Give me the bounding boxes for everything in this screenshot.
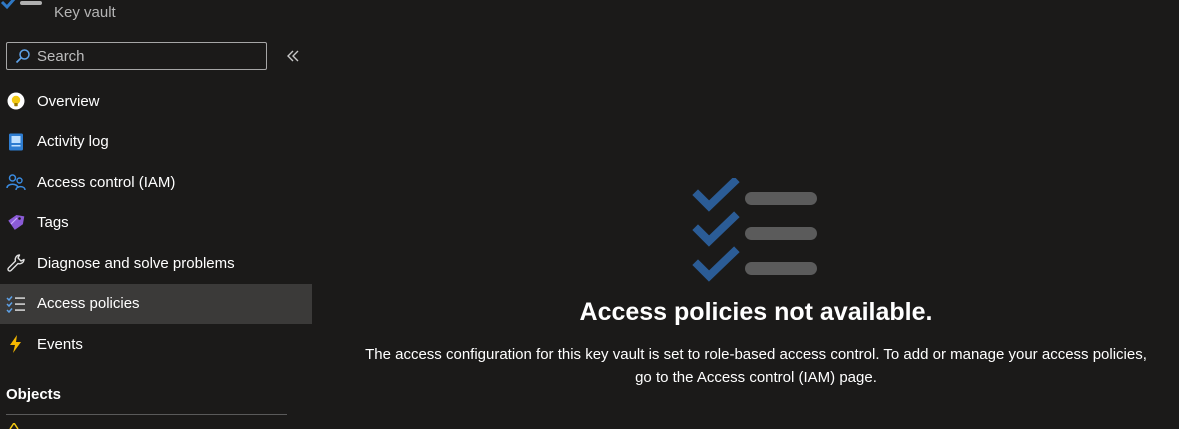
wrench-icon bbox=[7, 254, 25, 272]
section-header-objects: Objects bbox=[6, 386, 62, 403]
sidebar-item-label: Overview bbox=[37, 92, 100, 110]
search-placeholder: Search bbox=[37, 47, 85, 65]
empty-state-message-line: go to the Access control (IAM) page. bbox=[635, 369, 877, 386]
divider bbox=[6, 414, 287, 415]
empty-state-title: Access policies not available. bbox=[579, 298, 933, 326]
key-icon bbox=[9, 423, 19, 429]
empty-state-message: The access configuration for this key va… bbox=[330, 343, 1179, 389]
search-input[interactable]: Search bbox=[6, 42, 267, 70]
people-icon bbox=[6, 174, 26, 191]
sidebar-item-label: Access control (IAM) bbox=[37, 173, 176, 191]
sidebar-item-label: Events bbox=[37, 335, 83, 353]
tag-icon bbox=[8, 214, 25, 230]
sidebar-item-activity-log[interactable]: Activity log bbox=[0, 122, 312, 163]
sidebar-item-label: Tags bbox=[37, 214, 69, 232]
sidebar-item-tags[interactable]: Tags bbox=[0, 203, 312, 244]
lightning-icon bbox=[10, 335, 21, 354]
checklist-icon bbox=[6, 295, 25, 313]
sidebar-item-label: Diagnose and solve problems bbox=[37, 254, 235, 272]
sidebar-nav: Overview Activity log Access control (IA… bbox=[0, 81, 312, 365]
sidebar-item-overview[interactable]: Overview bbox=[0, 81, 312, 122]
sidebar-item-access-policies[interactable]: Access policies bbox=[0, 283, 312, 324]
sidebar-item-label: Access policies bbox=[37, 295, 140, 313]
sidebar: Search Overview Activity log Access cont… bbox=[0, 0, 312, 429]
search-icon bbox=[15, 49, 30, 64]
overview-icon bbox=[7, 92, 25, 110]
empty-state-message-line: The access configuration for this key va… bbox=[365, 346, 1147, 363]
access-policies-empty-icon bbox=[692, 178, 817, 282]
sidebar-item-diagnose[interactable]: Diagnose and solve problems bbox=[0, 243, 312, 284]
sidebar-item-label: Activity log bbox=[37, 133, 109, 151]
sidebar-item-events[interactable]: Events bbox=[0, 324, 312, 365]
collapse-sidebar-icon[interactable] bbox=[284, 47, 302, 65]
sidebar-item-access-control[interactable]: Access control (IAM) bbox=[0, 162, 312, 203]
activity-log-icon bbox=[9, 133, 23, 151]
